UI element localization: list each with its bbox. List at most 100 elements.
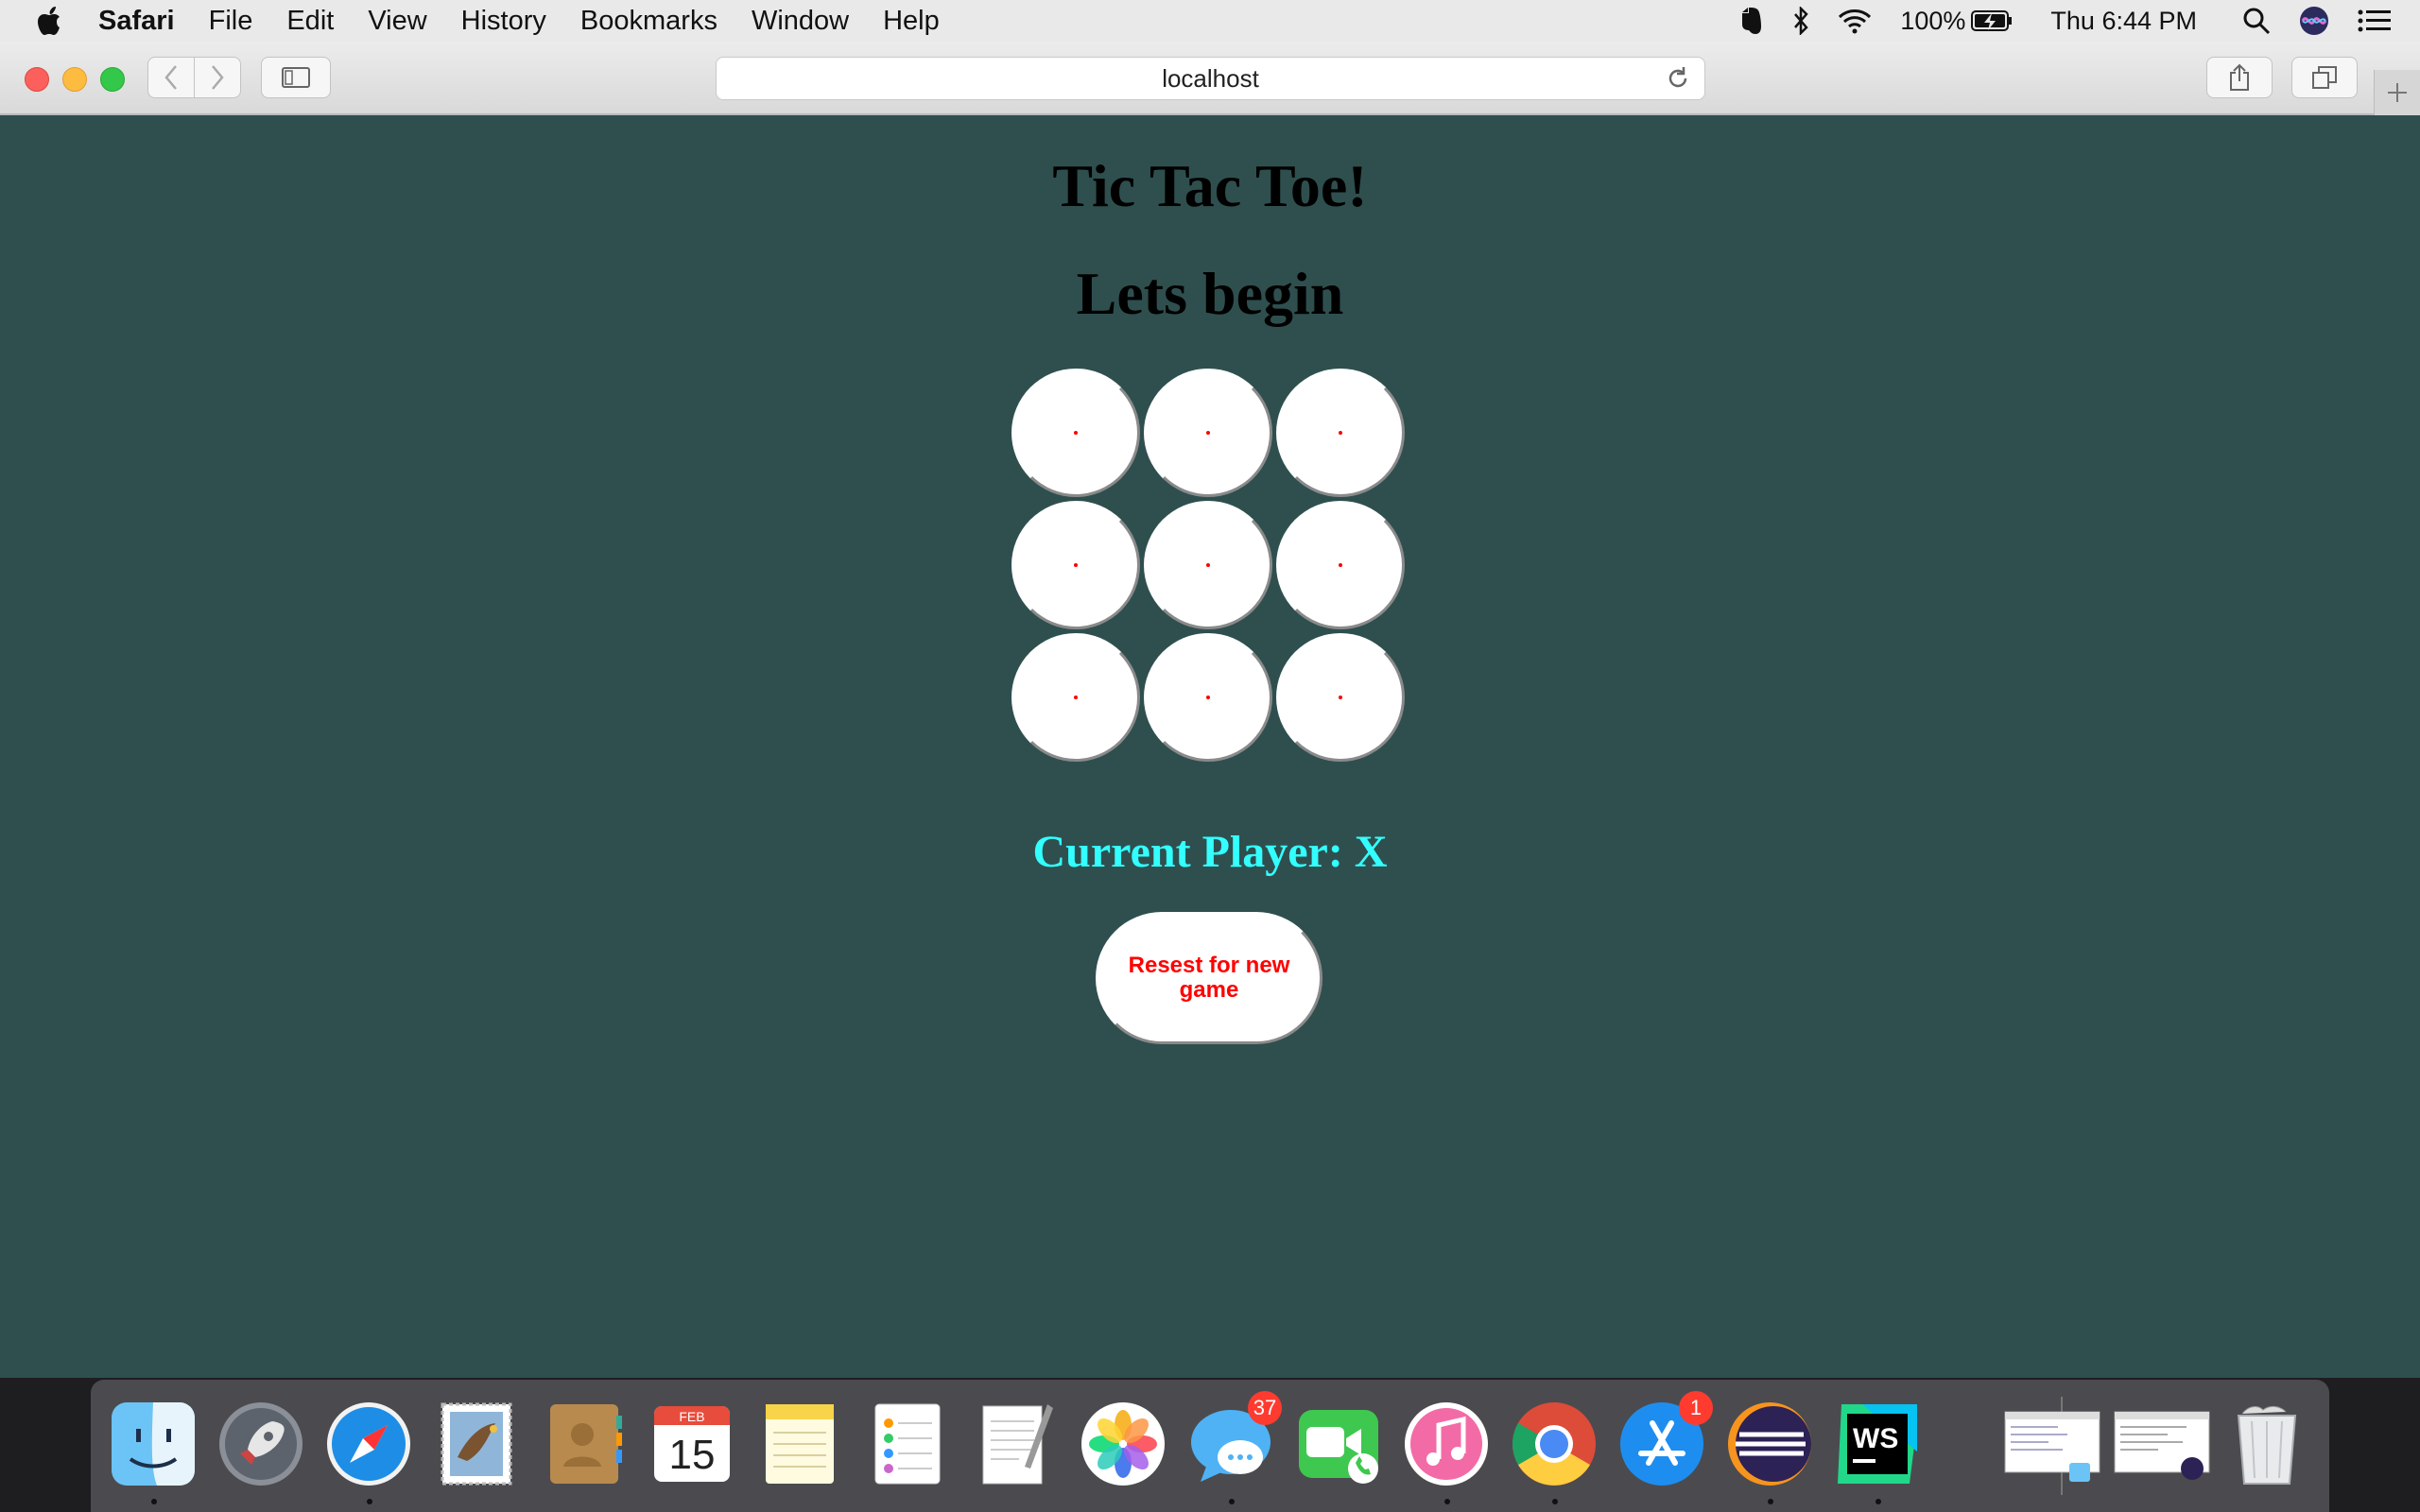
apple-icon[interactable]	[36, 5, 64, 37]
notification-badge: 37	[1248, 1391, 1282, 1425]
menu-view[interactable]: View	[368, 6, 426, 37]
dock-eclipse[interactable]	[1724, 1399, 1815, 1504]
reset-game-button[interactable]: Resest for new game	[1096, 912, 1322, 1044]
video-camera-icon	[1299, 1410, 1378, 1484]
running-indicator	[1768, 1499, 1773, 1504]
board-cell-7[interactable]	[1011, 633, 1140, 762]
new-tab-button[interactable]	[2374, 70, 2420, 115]
current-player-label: Current Player: X	[1032, 827, 1388, 877]
chevron-left-icon	[164, 65, 177, 90]
battery-percentage: 100%	[1900, 6, 1966, 35]
webstorm-label: WS	[1853, 1423, 1898, 1454]
address-bar[interactable]: localhost	[716, 57, 1705, 100]
cell-marker	[1339, 563, 1342, 567]
reload-icon[interactable]	[1665, 65, 1691, 92]
board-cell-5[interactable]	[1144, 501, 1272, 629]
spotlight-search-icon[interactable]	[2242, 7, 2271, 35]
cell-marker	[1206, 563, 1210, 567]
back-button[interactable]	[147, 57, 195, 98]
chevron-right-icon	[212, 65, 224, 90]
board-cell-8[interactable]	[1144, 633, 1272, 762]
dock-trash[interactable]	[2221, 1399, 2312, 1489]
running-indicator	[1229, 1499, 1235, 1504]
menu-history[interactable]: History	[461, 6, 546, 37]
dock-facetime[interactable]	[1293, 1399, 1384, 1489]
share-icon	[2230, 63, 2249, 91]
dock: FEB 15 37 1 WS	[91, 1380, 2329, 1512]
menu-app-safari[interactable]: Safari	[98, 6, 175, 37]
share-button[interactable]	[2206, 57, 2273, 98]
dock-textedit[interactable]	[970, 1399, 1061, 1489]
menu-bookmarks[interactable]: Bookmarks	[580, 6, 717, 37]
clock[interactable]: Thu 6:44 PM	[2050, 7, 2197, 36]
window-close-button[interactable]	[25, 67, 49, 92]
board-cell-9[interactable]	[1276, 633, 1405, 762]
webstorm-icon: WS	[1838, 1404, 1917, 1484]
eclipse-icon	[1728, 1402, 1811, 1486]
dock-calendar[interactable]: FEB 15	[647, 1399, 737, 1489]
stamp-icon	[441, 1402, 512, 1486]
dock-app-store[interactable]: 1	[1616, 1391, 1713, 1489]
running-indicator	[151, 1499, 157, 1504]
tab-overview-button[interactable]	[2291, 57, 2358, 98]
dock-mail[interactable]	[431, 1399, 522, 1489]
forward-button[interactable]	[194, 57, 241, 98]
chrome-icon	[1512, 1402, 1596, 1486]
running-indicator	[1444, 1499, 1450, 1504]
notification-center-icon[interactable]	[2358, 9, 2392, 33]
bluetooth-icon[interactable]	[1792, 7, 1809, 35]
dock-reminders[interactable]	[862, 1399, 953, 1489]
dock-minimized-window-1[interactable]	[2000, 1399, 2104, 1489]
siri-icon[interactable]	[2299, 6, 2329, 36]
running-indicator	[1552, 1499, 1558, 1504]
compass-icon	[327, 1402, 410, 1486]
board-cell-4[interactable]	[1011, 501, 1140, 629]
dock-itunes[interactable]	[1401, 1399, 1492, 1504]
evernote-icon[interactable]	[1737, 7, 1764, 35]
cell-marker	[1074, 431, 1078, 435]
status-area: 100% Thu 6:44 PM	[1709, 0, 2392, 42]
window-minimize-button[interactable]	[62, 67, 87, 92]
dock-minimized-window-2[interactable]	[2110, 1399, 2214, 1489]
menu-help[interactable]: Help	[883, 6, 940, 37]
dock-photos[interactable]	[1078, 1399, 1168, 1489]
window-zoom-button[interactable]	[100, 67, 125, 92]
dock-chrome[interactable]	[1509, 1399, 1599, 1504]
browser-toolbar: localhost	[0, 42, 2420, 115]
pen-paper-icon	[982, 1404, 1053, 1485]
calendar-icon: FEB 15	[654, 1406, 730, 1482]
dock-safari[interactable]	[323, 1399, 414, 1504]
sidebar-button[interactable]	[261, 57, 331, 98]
cell-marker	[1339, 431, 1342, 435]
window-thumbnail-icon	[2114, 1411, 2210, 1480]
url-text: localhost	[1162, 63, 1259, 93]
plus-icon	[2388, 83, 2407, 102]
dock-finder[interactable]	[108, 1399, 199, 1504]
board-cell-6[interactable]	[1276, 501, 1405, 629]
dock-messages[interactable]: 37	[1185, 1391, 1282, 1504]
dock-webstorm[interactable]: WS	[1832, 1399, 1923, 1504]
notepad-icon	[766, 1404, 834, 1484]
running-indicator	[367, 1499, 372, 1504]
menu-window[interactable]: Window	[752, 6, 849, 37]
calendar-month: FEB	[679, 1409, 704, 1424]
web-page: Tic Tac Toe! Lets begin Current Player: …	[0, 115, 2420, 1378]
dock-contacts[interactable]	[539, 1399, 630, 1489]
cell-marker	[1339, 696, 1342, 699]
flower-icon	[1081, 1402, 1165, 1486]
menu-file[interactable]: File	[209, 6, 253, 37]
board-cell-2[interactable]	[1144, 369, 1272, 497]
battery-icon[interactable]	[1971, 9, 2013, 32]
wifi-icon[interactable]	[1838, 8, 1872, 34]
cell-marker	[1206, 696, 1210, 699]
dock-notes[interactable]	[754, 1399, 845, 1489]
music-note-icon	[1405, 1402, 1488, 1486]
board-cell-3[interactable]	[1276, 369, 1405, 497]
page-subtitle: Lets begin	[1076, 260, 1344, 327]
menu-bar: Safari File Edit View History Bookmarks …	[0, 0, 2420, 42]
board-cell-1[interactable]	[1011, 369, 1140, 497]
running-indicator	[1876, 1499, 1881, 1504]
cell-marker	[1074, 696, 1078, 699]
menu-edit[interactable]: Edit	[286, 6, 334, 37]
dock-launchpad[interactable]	[216, 1399, 306, 1489]
